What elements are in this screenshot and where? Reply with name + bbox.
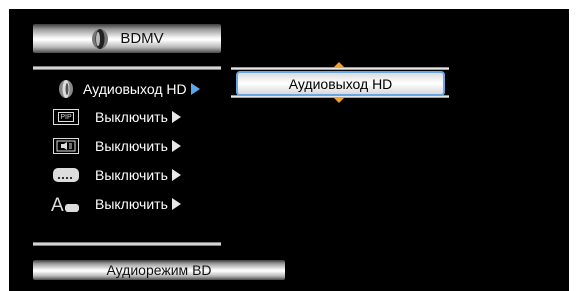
scroll-up-icon[interactable]: [333, 62, 345, 68]
osd-screen: BDMV Аудиовыход HD PIP Выключить Выключи…: [9, 9, 569, 291]
menu-item-label: Аудиовыход HD: [83, 81, 187, 97]
menu-bottom-divider: [33, 242, 221, 246]
scroll-down-icon[interactable]: [333, 97, 345, 103]
chevron-right-icon: [171, 169, 181, 181]
menu-item-label: Выключить: [95, 138, 168, 154]
hd-audio-selector[interactable]: Аудиовыход HD: [236, 71, 445, 96]
chevron-right-icon: [171, 140, 181, 152]
svg-text:A: A: [51, 195, 64, 214]
subtitle-style-icon: A: [49, 193, 83, 215]
audio-mode-bar: Аудиорежим BD: [33, 260, 285, 280]
menu-item-hd-audio[interactable]: Аудиовыход HD: [49, 77, 200, 101]
menu-item-secondary-audio[interactable]: Выключить: [49, 134, 181, 158]
speaker-icon: [49, 78, 83, 100]
secondary-audio-icon: [49, 135, 83, 157]
menu-item-label: Выключить: [95, 167, 168, 183]
menu-item-label: Выключить: [95, 196, 168, 212]
menu-item-subtitle[interactable]: Выключить: [49, 163, 181, 187]
menu-item-pip[interactable]: PIP Выключить: [49, 105, 181, 129]
menu-top-divider: [33, 66, 221, 70]
subtitle-icon: [49, 164, 83, 186]
header-bar: BDMV: [33, 24, 221, 53]
menu-item-label: Выключить: [95, 109, 168, 125]
chevron-right-icon: [171, 111, 181, 123]
page-title: BDMV: [120, 30, 164, 47]
pip-icon: PIP: [49, 106, 83, 128]
chevron-right-icon: [190, 83, 200, 95]
menu-item-subtitle-style[interactable]: A Выключить: [49, 192, 181, 216]
disc-icon: [90, 28, 112, 50]
chevron-right-icon: [171, 198, 181, 210]
